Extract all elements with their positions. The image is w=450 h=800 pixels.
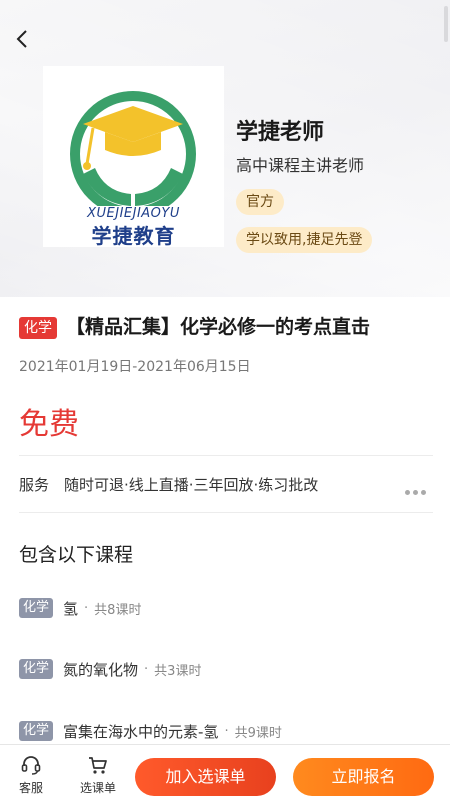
headset-icon	[21, 756, 41, 775]
more-options-icon[interactable]	[405, 480, 433, 495]
lesson-name: 富集在海水中的元素-氢	[63, 722, 219, 741]
logo-text-cn: 学捷教育	[91, 224, 176, 248]
lesson-count: 共8课时	[94, 602, 142, 618]
teacher-title: 高中课程主讲老师	[236, 156, 365, 175]
divider	[19, 512, 433, 513]
teacher-header: XUEJIEJIAOYU 学捷教育 学捷老师 高中课程主讲老师 官方 学以致用,…	[0, 0, 450, 297]
cart-icon	[89, 757, 107, 774]
lesson-separator: ·	[144, 661, 149, 677]
course-price: 免费	[19, 407, 79, 442]
lesson-item[interactable]: 化学 富集在海水中的元素-氢 · 共9课时	[19, 719, 282, 743]
motto-tag: 学以致用,捷足先登	[236, 227, 373, 253]
lesson-name: 氢	[63, 599, 79, 618]
course-title: 【精品汇集】化学必修一的考点直击	[66, 316, 371, 338]
logo-text-en: XUEJIEJIAOYU	[87, 206, 180, 221]
course-cart-label: 选课单	[79, 781, 116, 795]
lesson-count: 共9课时	[234, 725, 282, 741]
lesson-item[interactable]: 化学 氮的氧化物 · 共3课时	[19, 657, 201, 681]
scrollbar[interactable]	[444, 6, 448, 42]
official-tag: 官方	[236, 189, 284, 215]
graduation-cap-logo-icon	[70, 91, 196, 206]
service-label: 服务	[19, 476, 50, 494]
lesson-separator: ·	[224, 723, 229, 739]
course-cart-button[interactable]: 选课单	[73, 745, 123, 800]
course-date-range: 2021年01月19日-2021年06月15日	[19, 359, 251, 375]
lesson-separator: ·	[84, 600, 89, 616]
customer-service-label: 客服	[18, 781, 43, 795]
lesson-count: 共3课时	[154, 663, 202, 679]
enroll-now-button[interactable]: 立即报名	[293, 758, 434, 796]
customer-service-button[interactable]: 客服	[6, 745, 56, 800]
bottom-action-bar: 客服 选课单 加入选课单 立即报名	[0, 744, 450, 800]
lesson-item[interactable]: 化学 氢 · 共8课时	[19, 596, 141, 620]
lesson-subject-badge: 化学	[19, 598, 54, 618]
back-button[interactable]	[8, 24, 38, 54]
lessons-section-title: 包含以下课程	[19, 544, 134, 566]
lesson-subject-badge: 化学	[19, 721, 54, 741]
service-value: 随时可退·线上直播·三年回放·练习批改	[64, 476, 319, 494]
add-to-cart-button[interactable]: 加入选课单	[135, 758, 276, 796]
teacher-name: 学捷老师	[236, 120, 325, 145]
subject-badge: 化学	[19, 317, 57, 339]
teacher-avatar-logo: XUEJIEJIAOYU 学捷教育	[43, 66, 224, 248]
course-detail: 化学 【精品汇集】化学必修一的考点直击 2021年01月19日-2021年06月…	[0, 297, 450, 744]
chevron-left-icon	[16, 30, 27, 48]
lesson-subject-badge: 化学	[19, 659, 54, 679]
lesson-name: 氮的氧化物	[63, 660, 139, 679]
divider	[19, 455, 433, 456]
